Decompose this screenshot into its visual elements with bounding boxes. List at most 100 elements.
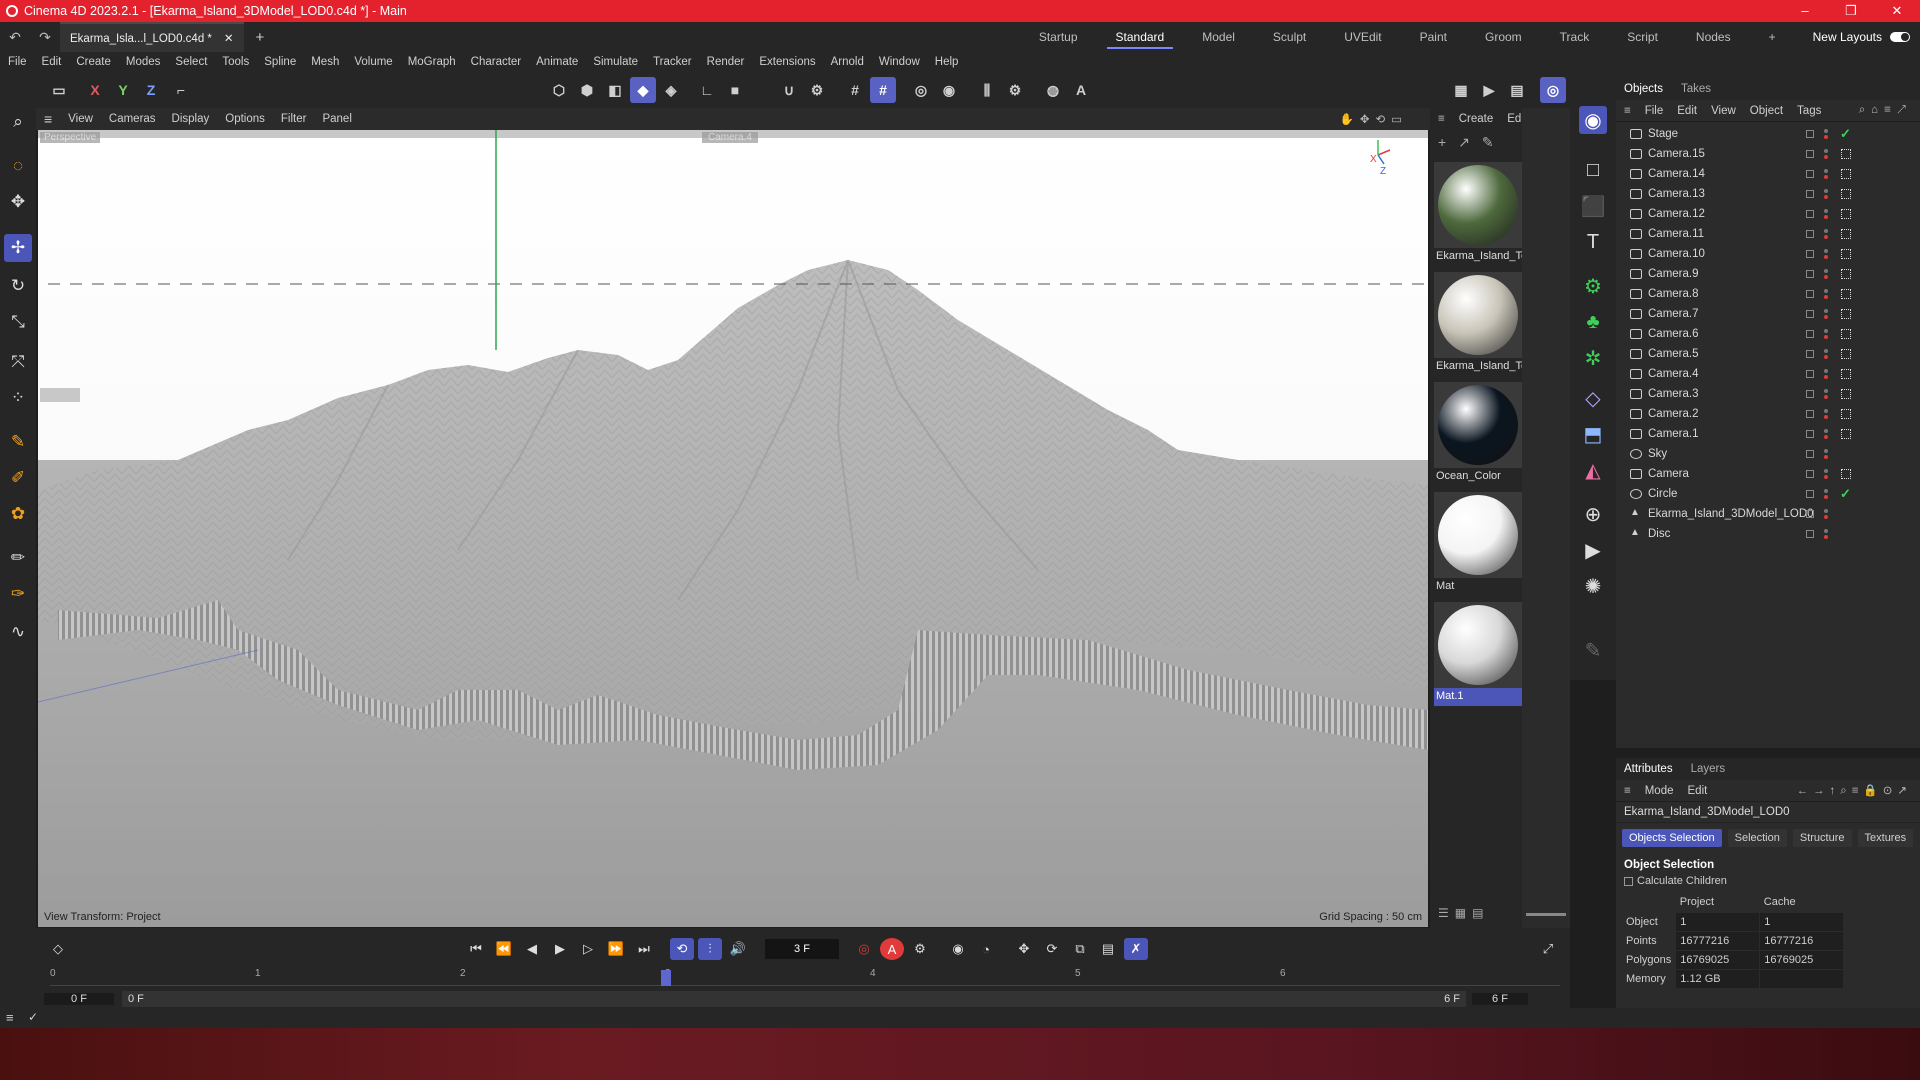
range-end-field[interactable]: 6 F — [1472, 993, 1528, 1005]
object-row[interactable]: Camera.11 — [1616, 224, 1920, 244]
previous-key-icon[interactable]: ⏪ — [492, 938, 516, 960]
tab-layers[interactable]: Layers — [1691, 763, 1726, 775]
protection-tag-icon[interactable] — [1841, 369, 1851, 379]
object-menu-icon[interactable]: ≡ — [1624, 105, 1631, 117]
layout-tab-script[interactable]: Script — [1608, 22, 1677, 52]
object-row[interactable]: Camera.6 — [1616, 324, 1920, 344]
arnold-icon[interactable]: A — [1068, 77, 1094, 103]
material-swatch[interactable]: Mat.1 — [1434, 602, 1522, 706]
render-to-viewer-icon[interactable]: ▦ — [1448, 77, 1474, 103]
menu-help[interactable]: Help — [935, 56, 959, 68]
layout-tab-uvedit[interactable]: UVEdit — [1325, 22, 1400, 52]
hud-move-handle[interactable] — [40, 388, 80, 402]
menu-volume[interactable]: Volume — [354, 56, 392, 68]
visibility-dots-icon[interactable] — [1824, 369, 1828, 379]
rotate-tool-icon[interactable]: ↻ — [4, 272, 32, 300]
viewport-menu-cameras[interactable]: Cameras — [109, 113, 156, 125]
tweak-tool-icon[interactable]: ✥ — [4, 188, 32, 216]
material-menu-icon[interactable]: ≡ — [1438, 113, 1445, 125]
menu-create[interactable]: Create — [76, 56, 111, 68]
timeline-graph-icon[interactable]: ⤢ — [1536, 938, 1560, 960]
deformer-icon[interactable]: ◇ — [1579, 384, 1607, 412]
menu-window[interactable]: Window — [879, 56, 920, 68]
camera-create-icon[interactable]: ▶ — [1579, 536, 1607, 564]
layer-icon[interactable] — [1806, 290, 1814, 298]
knife-icon[interactable]: ✑ — [4, 580, 32, 608]
visibility-dots-icon[interactable] — [1824, 529, 1828, 539]
material-menu-create[interactable]: Create — [1459, 113, 1494, 125]
snap-settings-icon[interactable]: ⚙ — [804, 77, 830, 103]
visibility-dots-icon[interactable] — [1824, 149, 1828, 159]
enabled-check-icon[interactable]: ✓ — [1840, 486, 1851, 502]
object-row[interactable]: Camera.12 — [1616, 204, 1920, 224]
select-tool-icon[interactable]: ◌ — [4, 152, 32, 180]
object-row[interactable]: Camera.15 — [1616, 144, 1920, 164]
render-settings-icon[interactable]: ▤ — [1504, 77, 1530, 103]
menu-modes[interactable]: Modes — [126, 56, 161, 68]
timeline-playhead[interactable] — [661, 970, 671, 986]
layer-icon[interactable] — [1806, 250, 1814, 258]
brush-icon[interactable]: ✏ — [4, 544, 32, 572]
object-manager-tools-icons[interactable]: ⌕⌂≡↗ — [1859, 104, 1912, 117]
menu-extensions[interactable]: Extensions — [759, 56, 815, 68]
tab-objects[interactable]: Objects — [1624, 83, 1663, 95]
layer-icon[interactable] — [1806, 390, 1814, 398]
object-row[interactable]: Camera.7 — [1616, 304, 1920, 324]
new-layouts-menu[interactable]: New Layouts — [1813, 30, 1882, 44]
layer-icon[interactable] — [1806, 310, 1814, 318]
environment-icon[interactable]: ⊕ — [1579, 500, 1607, 528]
visibility-dots-icon[interactable] — [1824, 409, 1828, 419]
protection-tag-icon[interactable] — [1841, 189, 1851, 199]
object-row[interactable]: Camera.13 — [1616, 184, 1920, 204]
checkbox-icon[interactable] — [1624, 876, 1633, 886]
object-row[interactable]: Camera.2 — [1616, 404, 1920, 424]
object-row[interactable]: Camera.4 — [1616, 364, 1920, 384]
object-menu-file[interactable]: File — [1645, 105, 1664, 117]
render-view-icon[interactable]: ◉ — [936, 77, 962, 103]
material-size-slider[interactable] — [1526, 913, 1566, 916]
spline-smooth-icon[interactable]: ✿ — [4, 500, 32, 528]
layout-tab-model[interactable]: Model — [1183, 22, 1254, 52]
object-row[interactable]: Camera.9 — [1616, 264, 1920, 284]
key-pla-icon[interactable]: ⧉ — [1068, 938, 1092, 960]
motion-tool-icon[interactable]: ✗ — [1124, 938, 1148, 960]
go-to-end-icon[interactable]: ⏭ — [632, 938, 656, 960]
layer-icon[interactable] — [1806, 210, 1814, 218]
viewport-camera-label[interactable]: Perspective — [40, 132, 101, 143]
menu-spline[interactable]: Spline — [264, 56, 296, 68]
visibility-dots-icon[interactable] — [1824, 509, 1828, 519]
timeline-ruler[interactable]: 0123456 — [50, 968, 1560, 986]
view-panel-icon[interactable]: ◉ — [1579, 106, 1607, 134]
attr-tab-objects-selection[interactable]: Objects Selection — [1622, 829, 1722, 847]
add-layout-button[interactable]: + — [1750, 22, 1795, 52]
symmetry-icon[interactable]: ⫼ — [974, 77, 1000, 103]
calculate-children-checkbox[interactable]: Calculate Children — [1616, 873, 1920, 889]
key-rotation-icon[interactable]: ◔ — [974, 938, 998, 960]
protection-tag-icon[interactable] — [1841, 389, 1851, 399]
coordinate-system-icon[interactable]: ⌐ — [168, 77, 194, 103]
material-swatch[interactable]: Ekarma_Island_Te — [1434, 162, 1522, 266]
loop-icon[interactable]: ⟲ — [670, 938, 694, 960]
undo-icon[interactable]: ↶ — [9, 29, 21, 46]
menu-select[interactable]: Select — [175, 56, 207, 68]
material-swatch[interactable]: Ocean_Color — [1434, 382, 1522, 486]
layer-icon[interactable] — [1806, 370, 1814, 378]
object-row[interactable]: Camera.1 — [1616, 424, 1920, 444]
viewport-solo-icon[interactable]: ◍ — [1040, 77, 1066, 103]
layout-tab-paint[interactable]: Paint — [1401, 22, 1466, 52]
effector-icon[interactable]: ✲ — [1579, 344, 1607, 372]
protection-tag-icon[interactable] — [1841, 249, 1851, 259]
menu-mesh[interactable]: Mesh — [311, 56, 339, 68]
new-tab-button[interactable]: + — [256, 29, 265, 46]
z-axis-button[interactable]: Z — [138, 77, 164, 103]
key-scale-icon[interactable]: ✥ — [1012, 938, 1036, 960]
menu-file[interactable]: File — [8, 56, 27, 68]
scale-tool-icon[interactable]: ⤡ — [4, 308, 32, 336]
layer-icon[interactable] — [1806, 270, 1814, 278]
active-camera-label[interactable]: Camera.4 — [702, 132, 758, 143]
play-icon[interactable]: ▶ — [548, 938, 572, 960]
visibility-dots-icon[interactable] — [1824, 289, 1828, 299]
layer-icon[interactable] — [1806, 470, 1814, 478]
object-row[interactable]: Circle ✓ — [1616, 484, 1920, 504]
autokey-icon[interactable]: A — [880, 938, 904, 960]
